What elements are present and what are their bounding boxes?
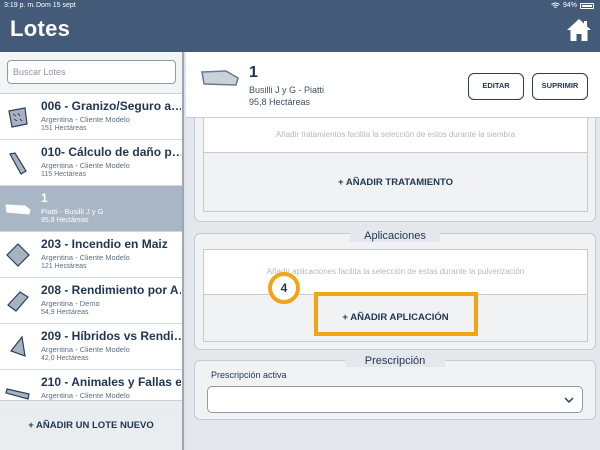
lote-client: Piatti - Busilli J y G [41,207,104,216]
lote-item-selected[interactable]: 1 Piatti - Busilli J y G 95,8 Hectáreas [0,186,182,232]
lote-item[interactable]: 208 - Rendimiento por A… Argentina - Dem… [0,278,182,324]
lote-client: Argentina - Cliente Modelo [41,253,130,262]
home-icon[interactable] [566,18,592,42]
lote-area: 54,9 Hectáreas [41,309,89,316]
status-time: 3:19 p. m. [4,2,36,9]
step-number-badge: 4 [268,272,300,304]
lote-area: 121 Hectáreas [41,263,87,270]
lote-client: Argentina - Demo [41,299,100,308]
field-shape-icon [5,204,31,215]
prescripcion-section: Prescripción Prescripción activa [194,355,596,420]
aplicaciones-title: Aplicaciones [350,230,440,242]
lote-name: 208 - Rendimiento por A… [41,283,181,297]
wifi-icon [551,2,560,8]
lote-name: 209 - Híbridos vs Rendi… [41,329,181,343]
lote-name: 006 - Granizo/Seguro a… [41,99,181,113]
field-shape-icon [10,335,26,357]
tratamientos-hint: Añadir tratamientos facilita la selecció… [275,130,516,139]
prescripcion-select[interactable] [207,386,583,413]
lote-detail-content: Añadir tratamientos facilita la selecció… [186,118,600,450]
add-lote-button[interactable]: + AÑADIR UN LOTE NUEVO [0,400,182,450]
lote-area: 95,8 Hectáreas [41,217,89,224]
page-title: Lotes [10,16,71,41]
lote-name: 010- Cálculo de daño p… [41,145,181,159]
aplicaciones-list: Añadir aplicaciones facilita la selecció… [203,249,588,295]
status-bar: 3:19 p. m. Dom 15 sept 94% [0,0,600,12]
lote-name: 210 - Animales y Fallas e… [41,375,181,389]
tratamientos-list: Añadir tratamientos facilita la selecció… [203,118,588,153]
battery-percent: 94% [562,2,577,9]
add-tratamiento-button[interactable]: + AÑADIR TRATAMIENTO [203,152,588,212]
lote-area: 42,0 Hectáreas [41,355,89,362]
search-bar: Buscar Lotes [0,52,182,94]
status-date: Dom 15 sept [36,2,76,9]
edit-button[interactable]: EDITAR [468,73,524,100]
field-shape-icon [6,243,30,267]
prescripcion-label: Prescripción activa [211,370,287,380]
search-input[interactable]: Buscar Lotes [7,60,176,84]
app-header: 3:19 p. m. Dom 15 sept 94% Lotes [0,0,600,52]
field-shape-icon [201,70,239,86]
lote-area: 115 Hectáreas [41,171,87,178]
battery-icon [580,2,594,9]
lote-client: Argentina - Cliente Modelo [41,115,130,124]
lote-name: 1 [41,191,48,205]
lote-item[interactable]: 010- Cálculo de daño p… Argentina - Clie… [0,140,182,186]
field-shape-icon [7,291,29,312]
lote-item[interactable]: 203 - Incendio en Maiz Argentina - Clien… [0,232,182,278]
lote-client: Argentina - Cliente Modelo [41,345,130,354]
lote-detail-header: 1 Busilli J y G - Piatti 95,8 Hectáreas … [186,52,600,118]
lote-title: 1 [249,64,258,81]
lote-item[interactable]: 006 - Granizo/Seguro a… Argentina - Clie… [0,94,182,140]
lote-client: Argentina - Cliente Modelo [41,391,130,400]
aplicaciones-hint: Añadir aplicaciones facilita la selecció… [266,267,525,276]
lote-area: 95,8 Hectáreas [249,97,311,107]
add-aplicacion-highlight [314,292,478,336]
chevron-down-icon [564,397,574,404]
lote-area: 151 Hectáreas [41,125,87,132]
lotes-sidebar: Buscar Lotes 006 - Granizo/Seguro a… Arg… [0,52,184,450]
lote-client: Argentina - Cliente Modelo [41,161,130,170]
status-right: 94% [551,2,594,9]
lote-item[interactable]: 209 - Híbridos vs Rendi… Argentina - Cli… [0,324,182,370]
lote-client: Busilli J y G - Piatti [249,85,325,95]
prescripcion-title: Prescripción [345,355,445,367]
delete-button[interactable]: SUPRIMIR [532,73,588,100]
lote-name: 203 - Incendio en Maiz [41,237,168,251]
tratamientos-section: Añadir tratamientos facilita la selecció… [194,118,596,222]
field-shape-icon [8,107,28,128]
field-shape-icon [9,152,27,175]
